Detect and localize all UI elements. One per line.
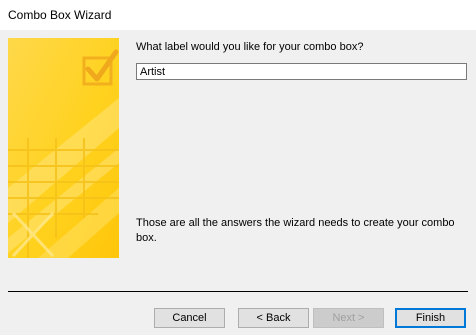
finish-message: Those are all the answers the wizard nee… bbox=[136, 217, 455, 244]
label-prompt: What label would you like for your combo… bbox=[136, 41, 364, 53]
window-title: Combo Box Wizard bbox=[8, 8, 112, 22]
cancel-button[interactable]: Cancel bbox=[154, 308, 225, 328]
next-button[interactable]: Next > bbox=[313, 308, 384, 328]
title-bar: Combo Box Wizard bbox=[0, 0, 476, 30]
combo-box-wizard-dialog: Combo Box Wizard What label would you li… bbox=[0, 0, 476, 335]
back-button[interactable]: < Back bbox=[238, 308, 309, 328]
wizard-illustration-icon bbox=[8, 38, 119, 258]
finish-button[interactable]: Finish bbox=[395, 308, 466, 328]
wizard-graphic bbox=[8, 38, 119, 258]
separator bbox=[8, 291, 468, 292]
combo-box-label-input[interactable] bbox=[136, 63, 467, 80]
